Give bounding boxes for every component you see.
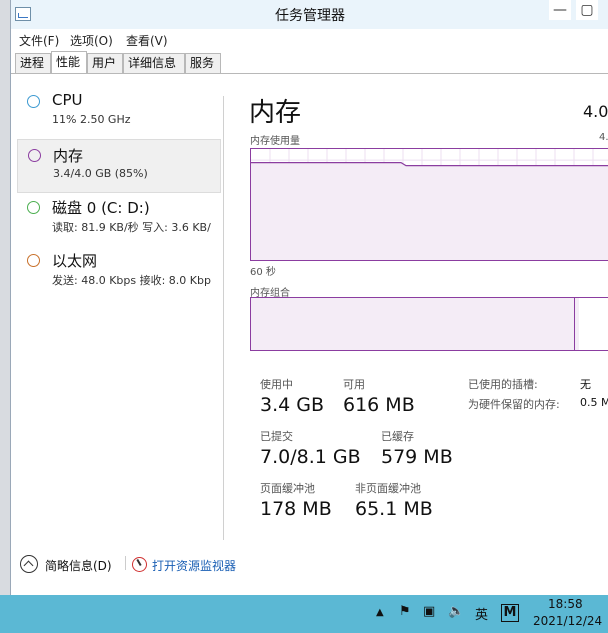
available-value: 616 MB	[343, 394, 415, 416]
resource-name: 磁盘 0 (C: D:)	[52, 199, 150, 217]
resource-memory[interactable]: 内存 3.4/4.0 GB (85%)	[17, 139, 221, 193]
memory-composition-bar	[250, 297, 608, 351]
footer-separator	[125, 556, 126, 570]
tab-services[interactable]: 服务	[185, 53, 221, 73]
in-use-label: 使用中	[260, 378, 293, 391]
memory-indicator-icon	[28, 149, 41, 162]
desktop-edge	[0, 0, 10, 595]
footer-bar: 简略信息(D) 打开资源监视器	[11, 552, 311, 576]
menu-view[interactable]: 查看(V)	[126, 32, 168, 49]
collapse-chevron-icon[interactable]	[20, 555, 38, 573]
volume-muted-icon[interactable]: 🔈	[448, 604, 464, 619]
taskbar: ▲ ⚑ ▣ 🔈 英 M 18:58 2021/12/24	[0, 595, 608, 633]
minimize-button[interactable]: —	[549, 0, 571, 20]
resource-detail: 读取: 81.9 KB/秒 写入: 3.6 KB/	[52, 221, 211, 234]
paged-pool-label: 页面缓冲池	[260, 482, 315, 495]
clock-time[interactable]: 18:58	[548, 597, 583, 611]
usage-graph-max: 4.0	[599, 132, 608, 143]
memory-usage-graph	[250, 148, 608, 261]
time-axis-label: 60 秒	[250, 267, 276, 278]
disk-indicator-icon	[27, 201, 40, 214]
cached-label: 已缓存	[381, 430, 414, 443]
menu-bar: 文件(F) 选项(O) 查看(V)	[11, 29, 608, 49]
composition-divider	[574, 298, 575, 350]
memory-usage-area	[251, 162, 608, 260]
window-title: 任务管理器	[275, 8, 345, 24]
resource-monitor-icon[interactable]	[132, 557, 147, 572]
restore-button[interactable]: ▢	[576, 0, 598, 20]
flag-icon[interactable]: ⚑	[399, 604, 411, 619]
slots-value: 无	[580, 378, 591, 391]
resource-disk[interactable]: 磁盘 0 (C: D:) 读取: 81.9 KB/秒 写入: 3.6 KB/	[17, 192, 219, 244]
tab-details[interactable]: 详细信息	[123, 53, 185, 73]
menu-options[interactable]: 选项(O)	[70, 32, 113, 49]
composition-free-segment	[579, 298, 608, 350]
menu-file[interactable]: 文件(F)	[19, 32, 59, 49]
panel-divider[interactable]	[223, 96, 224, 540]
resource-name: CPU	[52, 91, 83, 109]
cpu-indicator-icon	[27, 95, 40, 108]
resource-detail: 发送: 48.0 Kbps 接收: 8.0 Kbp	[52, 274, 211, 287]
memory-detail-panel: 内存 4.0 内存使用量 4.0 60 秒 内存组合 使用中 3.4 GB 可用…	[231, 74, 608, 544]
nonpaged-pool-label: 非页面缓冲池	[355, 482, 421, 495]
paged-pool-value: 178 MB	[260, 498, 332, 520]
resource-list: CPU 11% 2.50 GHz 内存 3.4/4.0 GB (85%) 磁盘 …	[11, 74, 225, 544]
tab-processes[interactable]: 进程	[15, 53, 51, 73]
nonpaged-pool-value: 65.1 MB	[355, 498, 433, 520]
in-use-value: 3.4 GB	[260, 394, 325, 416]
resource-name: 以太网	[52, 252, 98, 270]
resource-cpu[interactable]: CPU 11% 2.50 GHz	[17, 86, 219, 138]
ethernet-indicator-icon	[27, 254, 40, 267]
network-icon[interactable]: ▣	[423, 604, 435, 619]
resource-ethernet[interactable]: 以太网 发送: 48.0 Kbps 接收: 8.0 Kbp	[17, 245, 219, 297]
resource-detail: 3.4/4.0 GB (85%)	[53, 167, 148, 180]
available-label: 可用	[343, 378, 365, 391]
cached-value: 579 MB	[381, 446, 453, 468]
reserved-value: 0.5 MB	[580, 396, 608, 409]
committed-label: 已提交	[260, 430, 293, 443]
tab-performance[interactable]: 性能	[51, 51, 87, 74]
title-bar[interactable]: 任务管理器 — ▢	[11, 0, 608, 29]
clock-date[interactable]: 2021/12/24	[533, 614, 602, 628]
open-resource-monitor-link[interactable]: 打开资源监视器	[152, 557, 236, 574]
committed-value: 7.0/8.1 GB	[260, 446, 361, 468]
reserved-label: 为硬件保留的内存:	[468, 398, 560, 411]
show-hidden-icons-icon[interactable]: ▲	[376, 607, 384, 618]
ime-indicator[interactable]: 英	[475, 604, 488, 623]
input-mode-icon[interactable]: M	[501, 604, 519, 622]
usage-graph-label: 内存使用量	[250, 136, 300, 147]
memory-total: 4.0	[583, 102, 608, 121]
resource-detail: 11% 2.50 GHz	[52, 113, 131, 126]
tab-users[interactable]: 用户	[87, 53, 123, 73]
memory-title: 内存	[249, 98, 302, 128]
slots-label: 已使用的插槽:	[468, 378, 538, 391]
resource-name: 内存	[53, 147, 84, 165]
task-manager-window: 任务管理器 — ▢ 文件(F) 选项(O) 查看(V) 进程 性能 用户 详细信…	[10, 0, 608, 595]
usage-graph-svg	[251, 149, 608, 260]
brief-info-button[interactable]: 简略信息(D)	[45, 557, 112, 574]
